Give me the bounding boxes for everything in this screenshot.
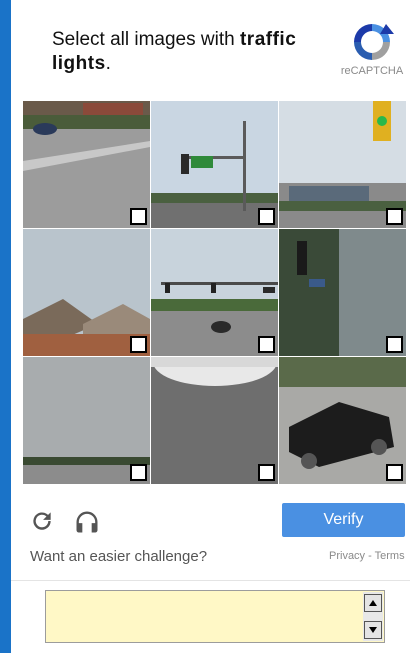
image-tile-1[interactable] (23, 101, 150, 228)
image-tile-8[interactable] (151, 357, 278, 484)
recaptcha-logo-text: reCAPTCHA (340, 65, 404, 77)
challenge-prompt: Select all images with traffic lights. (52, 28, 322, 76)
scroll-down-button[interactable] (364, 621, 382, 639)
tile-6-checkbox[interactable] (386, 336, 403, 353)
scroll-up-button[interactable] (364, 594, 382, 612)
image-tile-6[interactable] (279, 229, 406, 356)
arrow-down-icon (369, 627, 377, 633)
prompt-prefix: Select all images with (52, 29, 240, 50)
terms-link[interactable]: Terms (375, 550, 405, 562)
tile-5-checkbox[interactable] (258, 336, 275, 353)
challenge-controls: Verify Want an easier challenge? Privacy… (11, 490, 410, 580)
recaptcha-logo: reCAPTCHA (337, 18, 407, 80)
image-tile-7[interactable] (23, 357, 150, 484)
prompt-suffix: . (105, 53, 111, 74)
easier-challenge-text: Want an easier challenge? (30, 548, 208, 565)
image-grid (23, 101, 406, 484)
tile-1-checkbox[interactable] (130, 208, 147, 225)
links-separator: - (365, 550, 375, 562)
recaptcha-logo-icon (354, 24, 394, 60)
tile-8-checkbox[interactable] (258, 464, 275, 481)
audio-challenge-button[interactable] (73, 508, 103, 538)
verify-button[interactable]: Verify (282, 503, 405, 537)
footer-links: Privacy - Terms (329, 550, 405, 562)
arrow-up-icon (369, 600, 377, 606)
privacy-link[interactable]: Privacy (329, 550, 365, 562)
answer-textarea[interactable] (45, 590, 385, 643)
reload-button[interactable] (29, 508, 59, 538)
image-tile-3[interactable] (279, 101, 406, 228)
tile-4-checkbox[interactable] (130, 336, 147, 353)
reload-icon (33, 512, 51, 530)
tile-3-checkbox[interactable] (386, 208, 403, 225)
image-tile-4[interactable] (23, 229, 150, 356)
image-tile-2[interactable] (151, 101, 278, 228)
tile-9-checkbox[interactable] (386, 464, 403, 481)
image-tile-9[interactable] (279, 357, 406, 484)
tile-2-checkbox[interactable] (258, 208, 275, 225)
challenge-header: Select all images with traffic lights. r… (11, 0, 410, 100)
textarea-scrollbar[interactable] (363, 592, 383, 641)
captcha-frame: Select all images with traffic lights. r… (11, 0, 410, 653)
image-tile-5[interactable] (151, 229, 278, 356)
headphones-icon (76, 511, 98, 533)
footer-divider (11, 580, 410, 581)
tile-7-checkbox[interactable] (130, 464, 147, 481)
